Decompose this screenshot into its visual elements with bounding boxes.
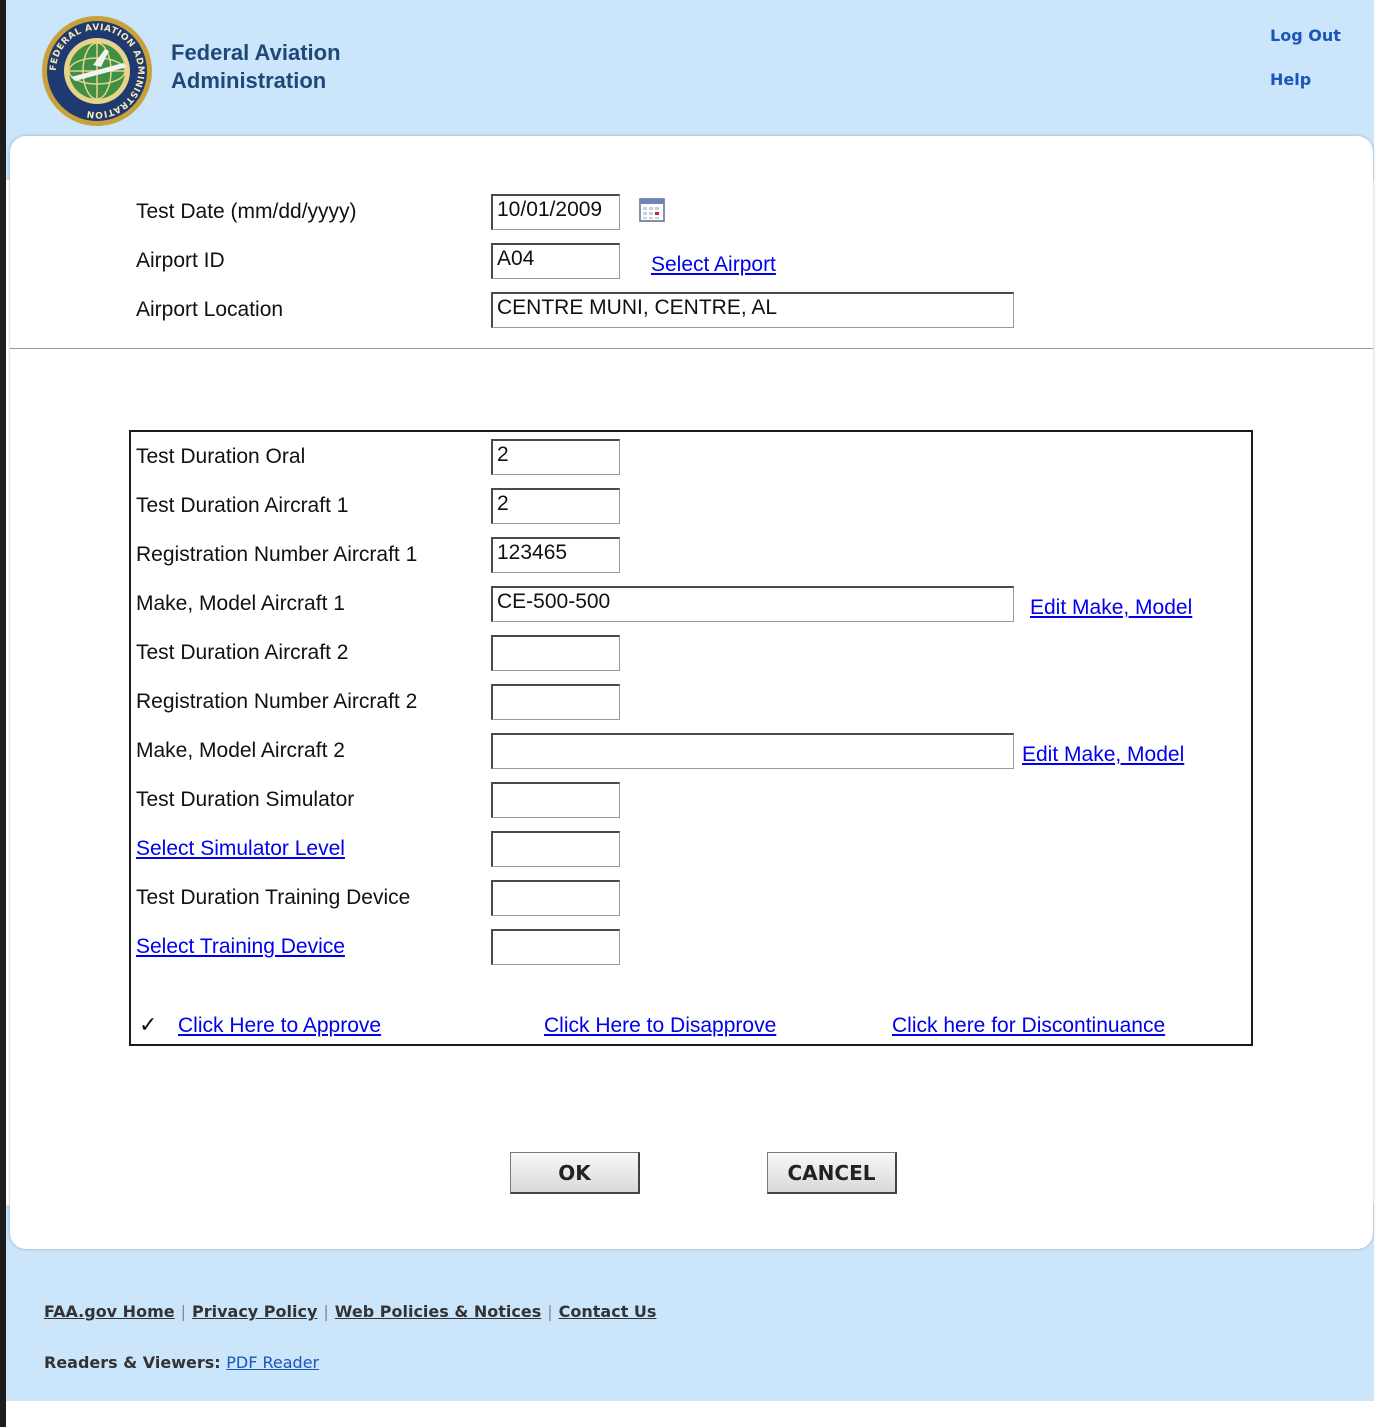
- contact-us-link[interactable]: Contact Us: [559, 1302, 657, 1321]
- select-airport-link[interactable]: Select Airport: [651, 253, 776, 277]
- simulator-duration-label: Test Duration Simulator: [136, 788, 355, 811]
- footer-separator: |: [547, 1302, 553, 1321]
- aircraft2-registration-input[interactable]: [491, 684, 620, 720]
- aircraft1-make-model-input[interactable]: CE-500-500: [491, 586, 1014, 622]
- training-device-duration-label: Test Duration Training Device: [136, 886, 411, 909]
- logout-link[interactable]: Log Out: [1270, 26, 1341, 45]
- test-date-input[interactable]: 10/01/2009: [491, 194, 620, 230]
- oral-duration-label: Test Duration Oral: [136, 445, 306, 468]
- readers-viewers-label: Readers & Viewers:: [44, 1353, 221, 1372]
- ok-button[interactable]: OK: [510, 1152, 640, 1194]
- disapprove-link[interactable]: Click Here to Disapprove: [544, 1014, 776, 1038]
- faa-home-link[interactable]: FAA.gov Home: [44, 1302, 175, 1321]
- pdf-reader-link[interactable]: PDF Reader: [226, 1353, 319, 1372]
- aircraft1-edit-make-model-link[interactable]: Edit Make, Model: [1030, 596, 1192, 620]
- simulator-level-input[interactable]: [491, 831, 620, 867]
- footer-separator: |: [180, 1302, 186, 1321]
- aircraft1-registration-input[interactable]: 123465: [491, 537, 620, 573]
- simulator-duration-input[interactable]: [491, 782, 620, 818]
- airport-location-label: Airport Location: [136, 298, 284, 321]
- airport-location-input[interactable]: CENTRE MUNI, CENTRE, AL: [491, 292, 1014, 328]
- window-left-edge: [0, 0, 6, 1427]
- aircraft2-edit-make-model-link[interactable]: Edit Make, Model: [1022, 743, 1184, 767]
- agency-name-line1: Federal Aviation: [171, 40, 341, 65]
- select-simulator-level-link[interactable]: Select Simulator Level: [136, 837, 345, 861]
- training-device-input[interactable]: [491, 929, 620, 965]
- section-divider: [10, 348, 1373, 349]
- agency-name-line2: Administration: [171, 68, 327, 93]
- aircraft2-make-model-label: Make, Model Aircraft 2: [136, 739, 345, 762]
- select-training-device-link[interactable]: Select Training Device: [136, 935, 345, 959]
- airport-id-label: Airport ID: [136, 249, 225, 272]
- readers-viewers: Readers & Viewers: PDF Reader: [44, 1353, 319, 1372]
- training-device-duration-input[interactable]: [491, 880, 620, 916]
- calendar-icon[interactable]: [639, 197, 665, 223]
- agency-name: Federal Aviation Administration: [171, 39, 341, 95]
- web-policies-link[interactable]: Web Policies & Notices: [335, 1302, 541, 1321]
- airport-id-input[interactable]: A04: [491, 243, 620, 279]
- footer-separator: |: [323, 1302, 329, 1321]
- aircraft2-duration-input[interactable]: [491, 635, 620, 671]
- aircraft1-duration-input[interactable]: 2: [491, 488, 620, 524]
- approve-check-icon: ✓: [139, 1013, 158, 1038]
- aircraft1-registration-label: Registration Number Aircraft 1: [136, 543, 418, 566]
- faa-seal-logo: FEDERAL AVIATION ADMINISTRATION: [42, 16, 152, 126]
- test-date-label: Test Date (mm/dd/yyyy): [136, 200, 357, 223]
- help-link[interactable]: Help: [1270, 70, 1311, 89]
- cancel-button[interactable]: CANCEL: [767, 1152, 897, 1194]
- privacy-policy-link[interactable]: Privacy Policy: [192, 1302, 317, 1321]
- aircraft1-make-model-label: Make, Model Aircraft 1: [136, 592, 345, 615]
- footer-links: FAA.gov Home | Privacy Policy | Web Policies…: [44, 1302, 656, 1321]
- aircraft1-duration-label: Test Duration Aircraft 1: [136, 494, 349, 517]
- aircraft2-registration-label: Registration Number Aircraft 2: [136, 690, 418, 713]
- aircraft2-make-model-input[interactable]: [491, 733, 1014, 769]
- oral-duration-input[interactable]: 2: [491, 439, 620, 475]
- page-frame: FEDERAL AVIATION ADMINISTRATION Federal …: [0, 0, 1380, 1427]
- aircraft2-duration-label: Test Duration Aircraft 2: [136, 641, 349, 664]
- discontinuance-link[interactable]: Click here for Discontinuance: [892, 1014, 1165, 1038]
- approve-link[interactable]: Click Here to Approve: [178, 1014, 381, 1038]
